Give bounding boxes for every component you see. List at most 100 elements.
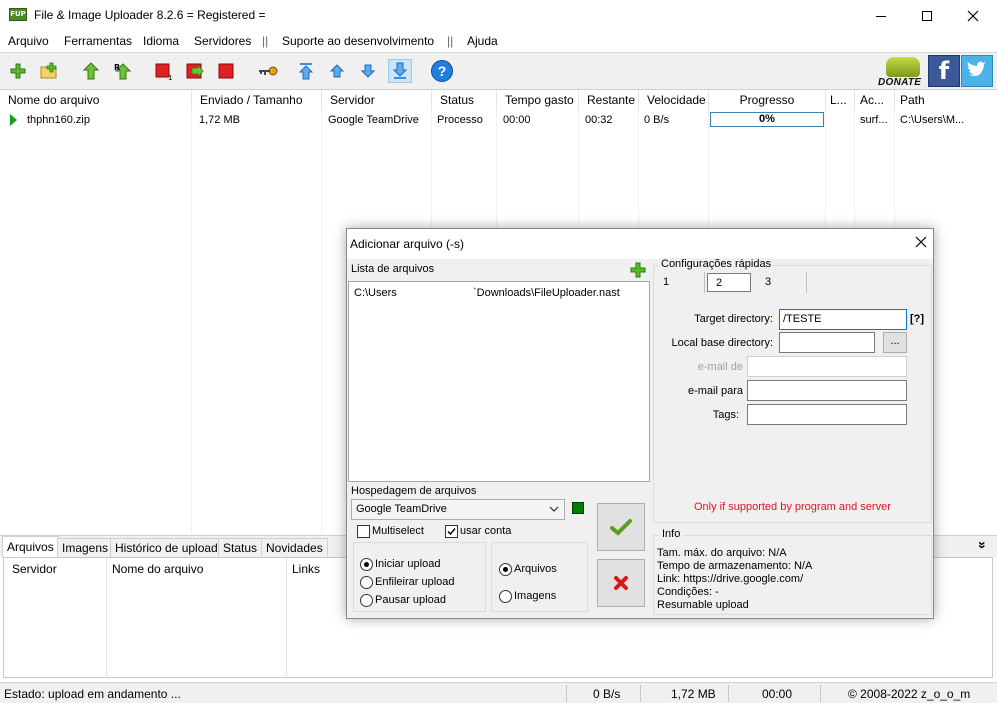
browse-button[interactable]: ... — [883, 332, 907, 353]
email-from-label: e-mail de — [697, 361, 743, 373]
row-name: thphn160.zip — [27, 114, 90, 126]
confirm-button[interactable] — [597, 503, 645, 551]
twitter-button[interactable] — [961, 55, 993, 87]
move-up-button[interactable] — [325, 59, 349, 83]
column-header-progress[interactable]: Progresso — [709, 90, 826, 110]
arrow-up-all-icon: R — [114, 63, 132, 80]
upload-all-button[interactable]: R — [110, 59, 134, 83]
menu-servidores[interactable]: Servidores — [194, 34, 251, 48]
column-header-status[interactable]: Status — [432, 90, 497, 110]
radio-images-label: Imagens — [514, 590, 557, 602]
copyright-text: © 2008-2022 z_o_o_m — [848, 687, 971, 701]
minimize-button[interactable] — [858, 0, 904, 32]
column-header-name[interactable]: Nome do arquivo — [0, 90, 192, 110]
stop-all-button[interactable] — [214, 59, 238, 83]
close-button[interactable] — [950, 0, 996, 32]
quick-tab-3[interactable]: 3 — [757, 272, 807, 293]
status-divider — [820, 685, 821, 702]
menu-ajuda[interactable]: Ajuda — [467, 34, 498, 48]
move-bottom-button[interactable] — [388, 59, 412, 83]
dialog-close-button[interactable] — [915, 234, 927, 252]
column-header-server[interactable]: Servidor — [322, 90, 432, 110]
facebook-button[interactable]: f — [928, 55, 960, 87]
email-to-input[interactable] — [747, 380, 907, 401]
target-dir-input[interactable]: /TESTE — [779, 309, 907, 330]
status-divider — [728, 685, 729, 702]
file-list[interactable]: C:\Users `Downloads\FileUploader.nast — [348, 281, 650, 482]
move-down-button[interactable] — [356, 59, 380, 83]
column-header-nome[interactable]: Nome do arquivo — [112, 562, 203, 576]
title-bar: FUP File & Image Uploader 8.2.6 = Regist… — [0, 0, 997, 32]
row-remaining: 00:32 — [585, 114, 613, 126]
status-divider — [566, 685, 567, 702]
use-account-checkbox[interactable] — [445, 525, 458, 538]
quick-tab-1[interactable]: 1 — [655, 272, 705, 293]
donate-button[interactable]: DONATE — [876, 55, 926, 89]
row-speed: 0 B/s — [644, 114, 670, 126]
quick-tab-2[interactable]: 2 — [707, 273, 751, 292]
column-header-speed[interactable]: Velocidade — [639, 90, 709, 110]
coins-icon — [886, 57, 920, 77]
add-files-button[interactable] — [6, 59, 30, 83]
column-header-links[interactable]: Links — [292, 562, 320, 576]
tags-input[interactable] — [747, 404, 907, 425]
menu-idioma[interactable]: Idioma — [143, 34, 179, 48]
status-divider — [640, 685, 641, 702]
cancel-button[interactable] — [597, 559, 645, 607]
menu-suporte[interactable]: Suporte ao desenvolvimento — [282, 34, 434, 48]
local-base-input[interactable] — [779, 332, 875, 353]
target-dir-help-link[interactable]: [?] — [910, 313, 924, 325]
stop-all-icon — [218, 63, 234, 79]
file-entry-path[interactable]: `Downloads\FileUploader.nast — [473, 287, 620, 299]
arrow-up-blue-icon — [329, 64, 345, 78]
tab-status[interactable]: Status — [218, 538, 263, 558]
chevron-down-icon — [549, 506, 559, 512]
column-header-ac[interactable]: Ac... — [855, 90, 895, 110]
column-header-l[interactable]: L... — [826, 90, 855, 110]
arrow-up-icon — [82, 62, 100, 80]
arrow-bottom-icon — [392, 62, 408, 79]
radio-start-upload[interactable] — [360, 558, 373, 571]
facebook-icon: f — [938, 57, 950, 85]
column-header-path[interactable]: Path — [895, 90, 997, 110]
collapse-icon[interactable]: » — [975, 541, 991, 549]
row-path: C:\Users\M... — [900, 114, 965, 126]
multiselect-checkbox[interactable] — [357, 525, 370, 538]
maximize-button[interactable] — [904, 0, 950, 32]
row-ac: surf... — [860, 114, 888, 126]
window-title: File & Image Uploader 8.2.6 = Registered… — [34, 8, 266, 22]
column-header-elapsed[interactable]: Tempo gasto — [497, 90, 579, 110]
status-size: 1,72 MB — [671, 687, 716, 701]
menu-separator: || — [262, 34, 269, 48]
column-divider — [286, 558, 287, 677]
add-file-button[interactable] — [629, 261, 647, 282]
accounts-button[interactable] — [256, 59, 280, 83]
hosting-select[interactable]: Google TeamDrive — [351, 499, 565, 520]
add-folder-button[interactable] — [37, 59, 61, 83]
multiselect-label: Multiselect — [372, 525, 424, 537]
move-top-button[interactable] — [294, 59, 318, 83]
radio-images[interactable] — [499, 590, 512, 603]
skip-button[interactable] — [183, 59, 207, 83]
menu-arquivo[interactable]: Arquivo — [8, 34, 49, 48]
radio-queue-upload[interactable] — [360, 576, 373, 589]
hosting-label: Hospedagem de arquivos — [351, 485, 477, 497]
upload-button[interactable] — [79, 59, 103, 83]
stop-button[interactable]: 1 — [152, 59, 176, 83]
arrow-down-blue-icon — [360, 64, 376, 78]
column-divider — [106, 558, 107, 677]
radio-files[interactable] — [499, 563, 512, 576]
column-header-servidor[interactable]: Servidor — [12, 562, 57, 576]
column-header-remaining[interactable]: Restante — [579, 90, 639, 110]
menu-ferramentas[interactable]: Ferramentas — [64, 34, 132, 48]
help-button[interactable]: ? — [430, 59, 454, 83]
column-header-sent-size[interactable]: Enviado / Tamanho — [192, 90, 322, 110]
email-from-input — [747, 356, 907, 377]
key-icon — [259, 66, 278, 76]
tab-novidades[interactable]: Novidades — [261, 538, 328, 558]
tab-imagens[interactable]: Imagens — [57, 538, 114, 558]
radio-pause-upload[interactable] — [360, 594, 373, 607]
tab-historico[interactable]: Histórico de uploads — [110, 538, 229, 558]
file-entry-user[interactable]: C:\Users — [354, 287, 397, 299]
tab-arquivos[interactable]: Arquivos — [2, 536, 59, 558]
